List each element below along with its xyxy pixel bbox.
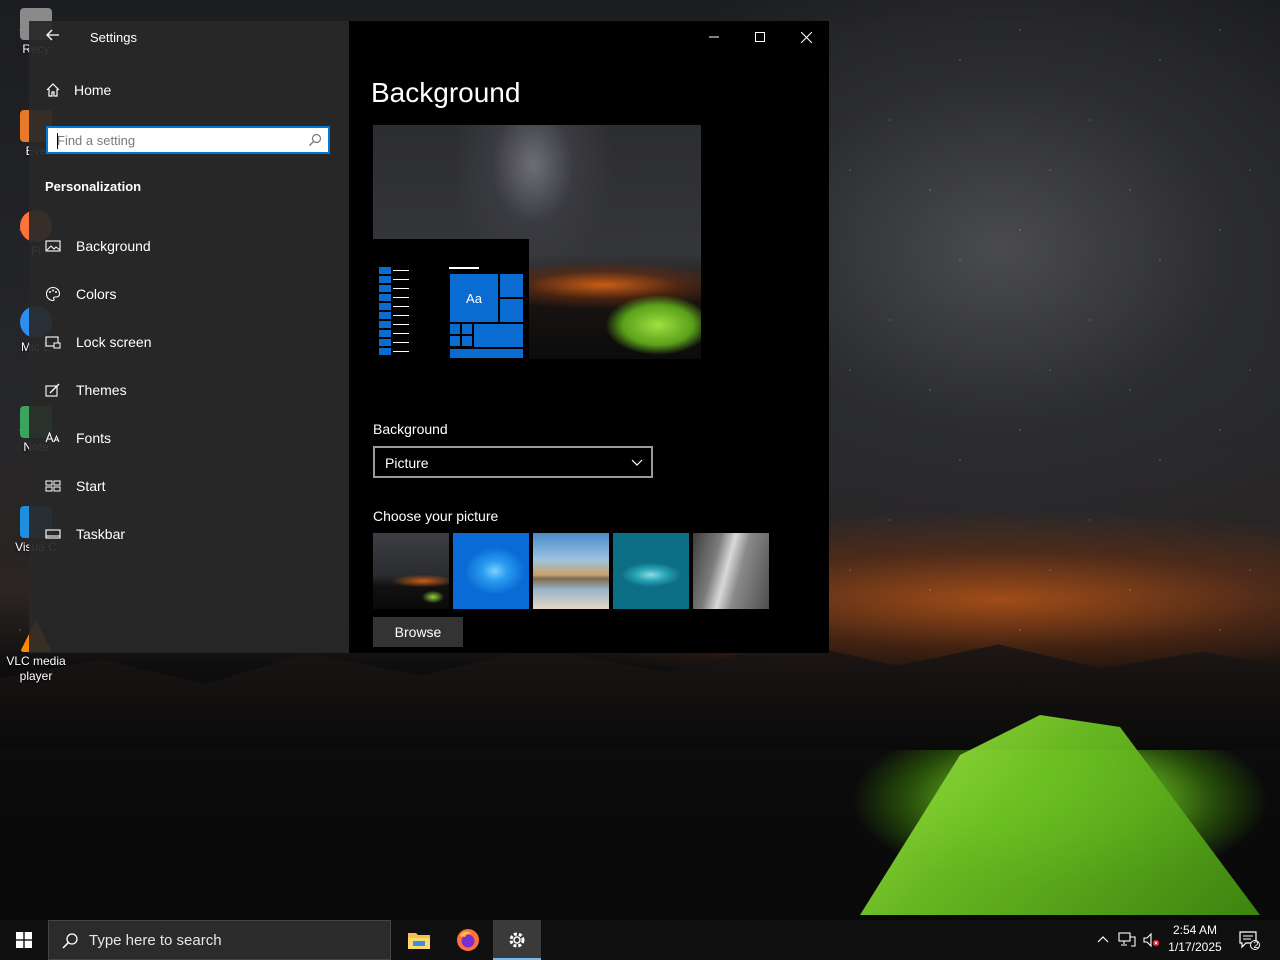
minimize-button[interactable]: [691, 21, 737, 53]
taskbar: Type here to search 2:54 AM 1/17/2025 2: [0, 920, 1280, 960]
nav-label-themes: Themes: [76, 382, 127, 398]
close-button[interactable]: [783, 21, 829, 53]
nav-label-start: Start: [76, 478, 106, 494]
search-icon: [62, 933, 78, 949]
find-setting-input[interactable]: Find a setting: [46, 126, 330, 154]
text-caret: [57, 133, 58, 149]
picture-thumbnail-night-sky[interactable]: [373, 533, 449, 609]
browse-button[interactable]: Browse: [373, 617, 463, 647]
settings-sidebar: Settings Home Find a setting Personaliza…: [29, 21, 349, 653]
clock-date: 1/17/2025: [1168, 940, 1222, 954]
maximize-button[interactable]: [737, 21, 783, 53]
file-explorer-icon: [408, 933, 430, 949]
nav-item-taskbar[interactable]: Taskbar: [45, 522, 125, 546]
tray-network[interactable]: [1116, 920, 1138, 960]
picture-thumbnails: [373, 533, 769, 609]
tray-volume[interactable]: [1140, 920, 1162, 960]
nav-label-background: Background: [76, 238, 151, 254]
settings-content: Background Aa Background Picture Choose …: [349, 21, 829, 653]
window-controls: [691, 21, 829, 53]
nav-label-colors: Colors: [76, 286, 117, 302]
taskbar-search-placeholder: Type here to search: [89, 932, 222, 949]
search-placeholder: Find a setting: [57, 133, 136, 148]
back-arrow-icon: [46, 29, 59, 41]
preview-tile-text: Aa: [449, 273, 499, 323]
background-type-value: Picture: [385, 455, 429, 471]
nav-item-start[interactable]: Start: [45, 474, 106, 498]
home-label: Home: [74, 82, 112, 98]
nav-item-fonts[interactable]: Fonts: [45, 426, 111, 450]
firefox-icon: [457, 929, 479, 951]
settings-gear-icon: [509, 932, 525, 948]
window-title: Settings: [90, 30, 137, 45]
taskbar-app-file-explorer[interactable]: [395, 920, 443, 960]
section-heading: Personalization: [45, 179, 142, 194]
taskbar-app-settings[interactable]: [493, 920, 541, 960]
chevron-up-icon: [1097, 936, 1109, 943]
picture-thumbnail-beach[interactable]: [533, 533, 609, 609]
preview-tiles: Aa: [449, 273, 524, 359]
action-center-button[interactable]: 2: [1234, 920, 1264, 960]
preview-tile-bar: [449, 267, 479, 269]
lock-screen-icon: [45, 336, 61, 349]
chevron-down-icon: [631, 459, 643, 466]
nav-label-lock-screen: Lock screen: [76, 334, 152, 350]
taskbar-icon: [45, 529, 61, 539]
minimize-icon: [709, 36, 719, 38]
fonts-icon: [45, 431, 60, 443]
start-icon: [45, 480, 61, 492]
nav-label-fonts: Fonts: [76, 430, 112, 446]
settings-window: Settings Home Find a setting Personaliza…: [29, 21, 829, 653]
picture-thumbnail-underwater[interactable]: [613, 533, 689, 609]
back-button[interactable]: [43, 27, 63, 47]
nav-item-themes[interactable]: Themes: [45, 378, 127, 402]
clock-time: 2:54 AM: [1172, 923, 1218, 937]
search-icon: [309, 133, 322, 146]
taskbar-clock[interactable]: 2:54 AM 1/17/2025: [1164, 922, 1226, 956]
nav-item-lock-screen[interactable]: Lock screen: [45, 330, 151, 354]
palette-icon: [45, 286, 61, 302]
home-icon: [46, 83, 60, 97]
nav-label-taskbar: Taskbar: [76, 526, 126, 542]
nav-item-background[interactable]: Background: [45, 234, 151, 258]
picture-thumbnail-waterfall[interactable]: [693, 533, 769, 609]
page-title: Background: [371, 77, 521, 108]
background-type-label: Background: [373, 421, 448, 437]
nav-item-colors[interactable]: Colors: [45, 282, 116, 306]
background-preview: Aa: [373, 125, 701, 359]
preview-list-lines: [379, 267, 409, 357]
preview-start-panel: Aa: [373, 239, 529, 359]
picture-icon: [45, 240, 61, 252]
taskbar-app-firefox[interactable]: [444, 920, 492, 960]
volume-muted-icon: [1143, 932, 1160, 948]
tray-chevron-up[interactable]: [1094, 920, 1112, 960]
close-icon: [800, 31, 812, 43]
maximize-icon: [755, 32, 765, 42]
network-icon: [1118, 932, 1136, 947]
home-link[interactable]: Home: [45, 82, 111, 98]
choose-picture-label: Choose your picture: [373, 508, 499, 524]
background-type-dropdown[interactable]: Picture: [373, 446, 653, 478]
windows-logo-icon: [16, 932, 32, 948]
themes-icon: [45, 383, 60, 397]
start-button[interactable]: [0, 920, 48, 960]
notification-count: 2: [1253, 940, 1259, 950]
taskbar-search-box[interactable]: Type here to search: [48, 920, 391, 960]
picture-thumbnail-windows-blue[interactable]: [453, 533, 529, 609]
